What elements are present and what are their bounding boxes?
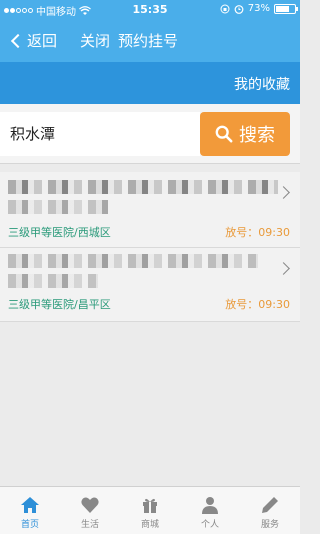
list-item[interactable]: 三级甲等医院/昌平区 放号：09:30 [0, 248, 300, 322]
battery-percent: 73% [247, 3, 270, 14]
chevron-right-icon [277, 262, 290, 275]
tab-mall[interactable]: 商城 [120, 487, 180, 534]
tab-personal[interactable]: 个人 [180, 487, 240, 534]
hospital-meta: 三级甲等医院/昌平区 [8, 298, 111, 311]
hospital-list: 三级甲等医院/西城区 放号：09:30 三级甲等医院/昌平区 放号：09:30 [0, 172, 300, 322]
pixelated-hospital-name [8, 254, 258, 268]
gift-icon [143, 498, 157, 513]
sub-bar: 我的收藏 [0, 62, 300, 104]
status-right: 73% [220, 3, 298, 14]
tab-label: 个人 [200, 520, 219, 530]
search-icon [215, 125, 233, 143]
tab-bar: 首页 生活 商城 个人 服务 [0, 486, 300, 534]
person-icon [202, 497, 218, 514]
tab-label: 服务 [260, 520, 279, 530]
heart-icon [81, 497, 99, 513]
tab-label: 首页 [20, 520, 39, 530]
home-icon [21, 497, 39, 513]
hospital-meta: 三级甲等医院/西城区 [8, 226, 111, 239]
search-area: 搜索 [0, 104, 300, 164]
search-button-label: 搜索 [239, 125, 275, 146]
orientation-lock-icon [220, 4, 230, 13]
back-button[interactable]: 返回 [10, 30, 57, 51]
search-button[interactable]: 搜索 [200, 112, 290, 156]
tab-home[interactable]: 首页 [0, 487, 60, 534]
pencil-icon [262, 497, 278, 513]
list-item[interactable]: 三级甲等医院/西城区 放号：09:30 [0, 172, 300, 248]
pixelated-hospital-name [8, 200, 108, 214]
tab-service[interactable]: 服务 [240, 487, 300, 534]
release-time: 放号：09:30 [225, 298, 290, 311]
chevron-left-icon [10, 33, 26, 48]
status-bar: 中国移动 15:35 73% [0, 0, 300, 20]
chevron-right-icon [277, 186, 290, 199]
close-button[interactable]: 关闭 [80, 30, 110, 51]
search-input[interactable] [0, 112, 200, 156]
nav-bar: 返回 关闭 预约挂号 [0, 20, 300, 62]
tab-life[interactable]: 生活 [60, 487, 120, 534]
tab-label: 生活 [80, 520, 99, 530]
my-favorites-link[interactable]: 我的收藏 [234, 74, 290, 94]
tab-label: 商城 [140, 520, 159, 530]
battery-icon [274, 3, 298, 14]
pixelated-hospital-name [8, 180, 278, 194]
alarm-icon [234, 4, 244, 14]
page-title: 预约挂号 [118, 32, 179, 50]
release-time: 放号：09:30 [225, 226, 290, 239]
pixelated-hospital-name [8, 274, 98, 288]
back-label: 返回 [27, 32, 58, 50]
